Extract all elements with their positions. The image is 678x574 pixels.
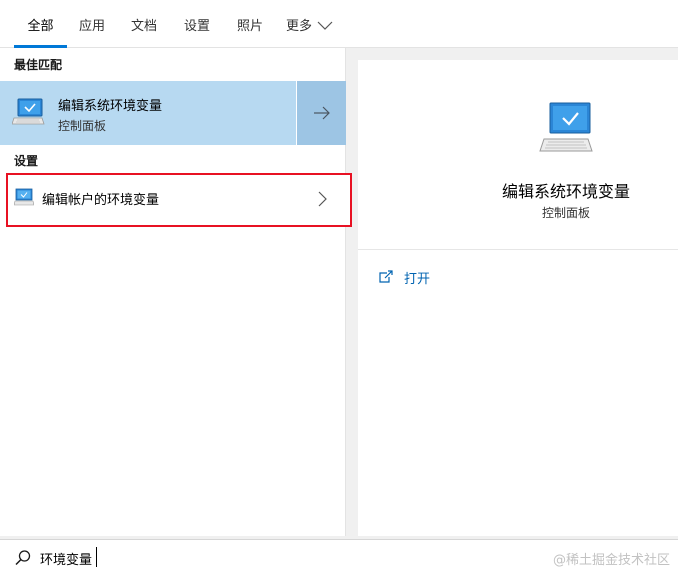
tab-settings-label: 设置 bbox=[183, 18, 210, 34]
best-match-result[interactable]: 编辑系统环境变量 控制面板 bbox=[0, 81, 296, 145]
best-match-subtitle: 控制面板 bbox=[58, 119, 107, 133]
monitor-check-icon bbox=[539, 102, 593, 152]
tab-more-label: 更多 bbox=[286, 18, 313, 34]
watermark: @稀土掘金技术社区 bbox=[552, 553, 670, 568]
results-pane: 最佳匹配 编辑系统环境变量 控制面板 设置 编辑帐户的环境变量 bbox=[0, 48, 352, 536]
tab-settings[interactable]: 设置 bbox=[181, 0, 213, 48]
open-label: 打开 bbox=[404, 271, 431, 287]
expand-preview-button[interactable] bbox=[297, 81, 346, 145]
preview-title: 编辑系统环境变量 bbox=[501, 182, 630, 201]
section-header-best-match: 最佳匹配 bbox=[14, 58, 63, 72]
monitor-check-icon bbox=[12, 98, 45, 125]
search-input[interactable] bbox=[40, 548, 520, 568]
tab-apps[interactable]: 应用 bbox=[76, 0, 108, 48]
open-external-icon bbox=[379, 270, 393, 283]
tab-all[interactable]: 全部 bbox=[14, 0, 67, 48]
tab-documents[interactable]: 文档 bbox=[128, 0, 160, 48]
monitor-icon bbox=[14, 188, 34, 206]
filter-tab-bar: 全部 应用 文档 设置 照片 更多 bbox=[0, 0, 678, 48]
open-button[interactable]: 打开 bbox=[378, 266, 430, 288]
tab-apps-label: 应用 bbox=[78, 18, 105, 34]
tab-all-label: 全部 bbox=[27, 18, 54, 34]
preview-subtitle: 控制面板 bbox=[541, 206, 590, 220]
search-icon bbox=[15, 550, 31, 566]
section-header-settings: 设置 bbox=[14, 154, 39, 168]
tab-more-dropdown[interactable]: 更多 bbox=[286, 0, 340, 48]
settings-result-edit-account-env-vars[interactable]: 编辑帐户的环境变量 bbox=[6, 173, 352, 227]
text-caret bbox=[96, 547, 97, 567]
tab-photos[interactable]: 照片 bbox=[234, 0, 266, 48]
search-bar: @稀土掘金技术社区 bbox=[0, 539, 678, 574]
tab-photos-label: 照片 bbox=[236, 18, 263, 34]
arrow-right-icon bbox=[313, 106, 330, 120]
chevron-right-icon bbox=[318, 191, 327, 207]
preview-pane: 编辑系统环境变量 控制面板 打开 bbox=[358, 60, 678, 536]
divider bbox=[358, 249, 678, 250]
best-match-title: 编辑系统环境变量 bbox=[58, 99, 163, 114]
chevron-down-icon bbox=[317, 21, 333, 30]
tab-documents-label: 文档 bbox=[130, 18, 157, 34]
settings-result-label: 编辑帐户的环境变量 bbox=[42, 193, 160, 208]
